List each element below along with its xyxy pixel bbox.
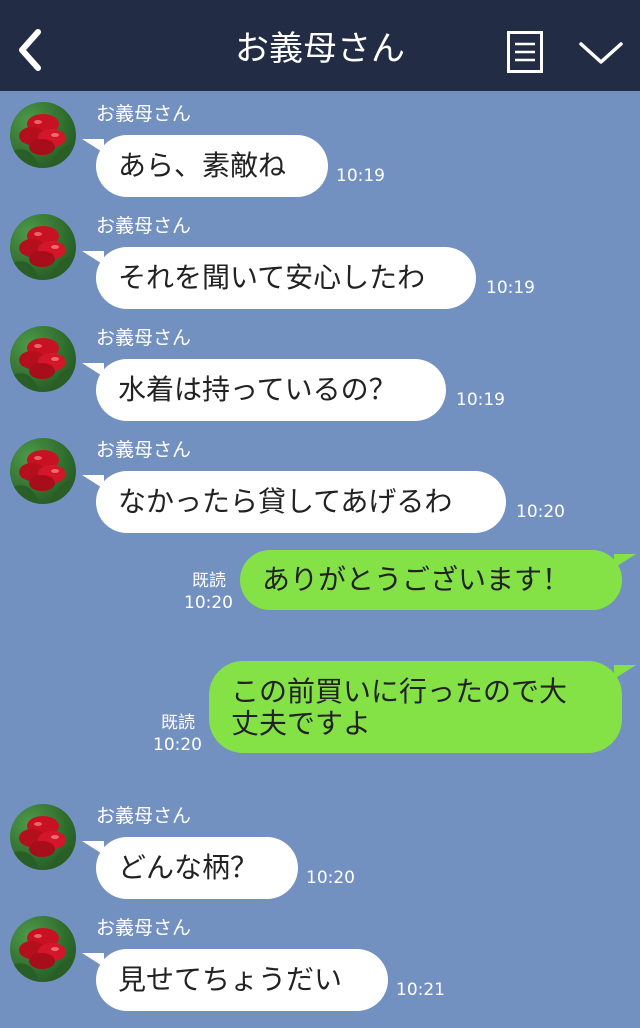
avatar[interactable] — [10, 804, 76, 870]
message-bubble[interactable]: あら、素敵ね — [82, 135, 328, 197]
read-receipt: 既読 10:20 — [184, 570, 233, 614]
collapse-button[interactable] — [578, 38, 624, 68]
avatar[interactable] — [10, 214, 76, 280]
chat-title: お義母さん — [235, 29, 405, 69]
avatar-image — [10, 114, 76, 168]
avatar[interactable] — [10, 438, 76, 504]
avatar-image — [10, 816, 76, 870]
sender-name: お義母さん — [96, 805, 192, 827]
menu-icon — [507, 31, 543, 73]
message-text-line: この前買いに行ったので大 — [231, 675, 568, 708]
message-time: 10:20 — [184, 593, 233, 613]
sender-name: お義母さん — [96, 215, 192, 237]
message-time: 10:21 — [396, 980, 445, 1000]
avatar-image — [10, 338, 76, 392]
message-text: それを聞いて安心したわ — [118, 261, 426, 294]
message-time: 10:20 — [306, 868, 355, 888]
message-bubble[interactable]: 水着は持っているの？ — [82, 359, 446, 421]
avatar-image — [10, 226, 76, 280]
message-text: ありがとうございます！ — [262, 563, 571, 596]
message-time: 10:19 — [486, 278, 535, 298]
read-label: 既読 — [192, 571, 226, 591]
incoming-message: お義母さん 水着は持っているの？ 10:19 — [0, 326, 640, 426]
avatar[interactable] — [10, 102, 76, 168]
incoming-message: お義母さん どんな柄？ 10:20 — [0, 804, 640, 904]
message-text: 見せてちょうだい — [118, 963, 343, 996]
read-label: 既読 — [161, 713, 195, 733]
avatar[interactable] — [10, 326, 76, 392]
incoming-message: お義母さん 見せてちょうだい 10:21 — [0, 916, 640, 1016]
chat-header: お義母さん — [0, 0, 640, 91]
sender-name: お義母さん — [96, 103, 192, 125]
menu-button[interactable] — [507, 31, 543, 73]
message-bubble[interactable]: どんな柄？ — [82, 837, 298, 899]
incoming-message: お義母さん それを聞いて安心したわ 10:19 — [0, 214, 640, 314]
avatar[interactable] — [10, 916, 76, 982]
message-text: なかったら貸してあげるわ — [118, 485, 453, 518]
message-text: あら、素敵ね — [118, 149, 287, 182]
chevron-down-icon — [579, 42, 623, 64]
sender-name: お義母さん — [96, 917, 192, 939]
read-receipt: 既読 10:20 — [153, 712, 202, 756]
message-bubble[interactable]: なかったら貸してあげるわ — [82, 471, 506, 533]
incoming-message: お義母さん なかったら貸してあげるわ 10:20 — [0, 438, 640, 538]
message-text-line: 丈夫ですよ — [231, 707, 372, 740]
chevron-left-icon — [19, 29, 41, 71]
avatar-image — [10, 450, 76, 504]
message-time: 10:19 — [456, 390, 505, 410]
message-time: 10:19 — [336, 166, 385, 186]
message-text: 水着は持っているの？ — [118, 373, 397, 406]
avatar-image — [10, 928, 76, 982]
message-time: 10:20 — [153, 735, 202, 755]
message-bubble[interactable]: ありがとうございます！ — [240, 550, 636, 610]
incoming-message: お義母さん あら、素敵ね 10:19 — [0, 102, 640, 202]
message-bubble[interactable]: それを聞いて安心したわ — [82, 247, 476, 309]
message-bubble[interactable]: 見せてちょうだい — [82, 949, 388, 1011]
sender-name: お義母さん — [96, 439, 192, 461]
message-text: どんな柄？ — [118, 851, 259, 884]
message-bubble[interactable]: この前買いに行ったので大 丈夫ですよ — [209, 661, 636, 753]
message-time: 10:20 — [516, 502, 565, 522]
back-button[interactable] — [14, 28, 48, 72]
sender-name: お義母さん — [96, 327, 192, 349]
